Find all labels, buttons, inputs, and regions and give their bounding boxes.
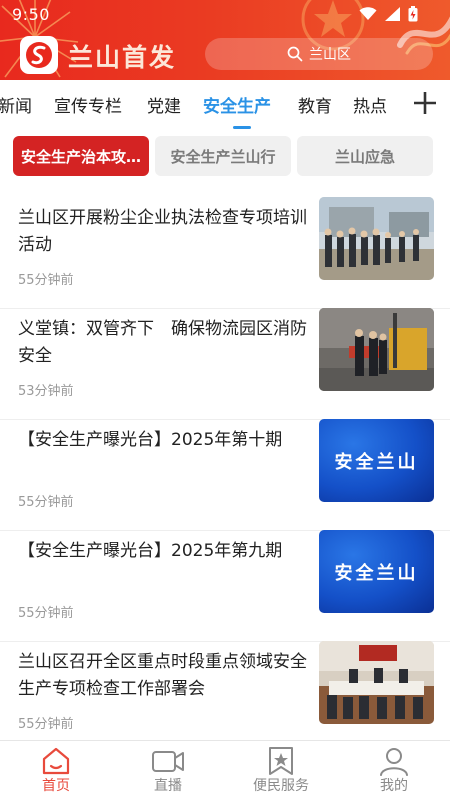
add-channel-icon[interactable] — [412, 90, 438, 116]
tab-publicity[interactable]: 宣传专栏 — [54, 92, 122, 117]
video-camera-icon — [152, 751, 184, 772]
tab-party-building[interactable]: 党建 — [147, 92, 181, 117]
news-thumbnail: 安全兰山 — [319, 419, 434, 502]
nav-label: 我的 — [380, 778, 408, 794]
news-item[interactable]: 义堂镇：双管齐下 确保物流园区消防安全 53分钟前 — [0, 308, 450, 420]
news-item[interactable]: 兰山区召开全区重点时段重点领域安全生产专项检查工作部署会 55分钟前 — [0, 641, 450, 752]
channel-tabs: 新闻 宣传专栏 党建 安全生产 教育 热点 — [0, 80, 450, 129]
service-bookmark-icon — [269, 747, 293, 775]
news-thumbnail — [319, 641, 434, 724]
news-title: 义堂镇：双管齐下 确保物流园区消防安全 — [18, 319, 307, 366]
search-icon — [287, 46, 303, 62]
subtab-safety-campaign[interactable]: 安全生产治本攻… — [13, 136, 149, 176]
news-title: 【安全生产曝光台】2025年第九期 — [18, 541, 283, 561]
bottom-navigation: 首页 直播 便民服务 我的 — [0, 740, 450, 801]
app-logo — [20, 36, 58, 74]
signal-icon — [385, 7, 400, 21]
news-time: 53分钟前 — [18, 384, 74, 399]
news-time: 55分钟前 — [18, 273, 74, 288]
tab-hot-topics[interactable]: 热点 — [353, 92, 387, 117]
app-title: 兰山首发 — [68, 43, 177, 72]
news-thumbnail: 安全兰山 — [319, 530, 434, 613]
news-title: 兰山区开展粉尘企业执法检查专项培训活动 — [18, 208, 307, 255]
search-placeholder: 兰山区 — [309, 47, 351, 63]
subtab-safety-lanshan[interactable]: 安全生产兰山行 — [155, 136, 291, 176]
search-bar[interactable]: 兰山区 — [205, 38, 433, 70]
news-item[interactable]: 【安全生产曝光台】2025年第十期 55分钟前 安全兰山 — [0, 419, 450, 531]
news-item[interactable]: 【安全生产曝光台】2025年第九期 55分钟前 安全兰山 — [0, 530, 450, 642]
news-item[interactable]: 兰山区开展粉尘企业执法检查专项培训活动 55分钟前 — [0, 197, 450, 309]
status-bar: 9:50 — [0, 0, 450, 30]
status-time: 9:50 — [12, 5, 50, 24]
system-icons — [359, 6, 418, 22]
active-tab-indicator — [233, 126, 251, 129]
app-header: 9:50 兰山首发 兰山区 — [0, 0, 450, 80]
news-time: 55分钟前 — [18, 606, 74, 621]
news-time: 55分钟前 — [18, 717, 74, 732]
subtab-lanshan-emergency[interactable]: 兰山应急 — [297, 136, 433, 176]
tab-work-safety[interactable]: 安全生产 — [203, 92, 271, 117]
app-logo-icon — [26, 42, 52, 68]
news-title: 【安全生产曝光台】2025年第十期 — [18, 430, 283, 450]
tab-education[interactable]: 教育 — [298, 92, 332, 117]
wifi-icon — [359, 7, 377, 20]
news-time: 55分钟前 — [18, 495, 74, 510]
nav-label: 首页 — [42, 778, 70, 794]
nav-services[interactable]: 便民服务 — [225, 741, 337, 801]
news-title: 兰山区召开全区重点时段重点领域安全生产专项检查工作部署会 — [18, 652, 307, 699]
thumbnail-text: 安全兰山 — [319, 530, 434, 613]
nav-profile[interactable]: 我的 — [338, 741, 450, 801]
nav-live[interactable]: 直播 — [112, 741, 224, 801]
thumbnail-text: 安全兰山 — [319, 419, 434, 502]
news-thumbnail — [319, 197, 434, 280]
tab-news[interactable]: 新闻 — [0, 92, 32, 117]
nav-label: 便民服务 — [253, 778, 309, 794]
nav-label: 直播 — [154, 778, 182, 794]
home-icon — [42, 747, 70, 775]
news-thumbnail — [319, 308, 434, 391]
battery-icon — [408, 6, 418, 22]
nav-home[interactable]: 首页 — [0, 741, 112, 801]
user-icon — [380, 748, 408, 776]
